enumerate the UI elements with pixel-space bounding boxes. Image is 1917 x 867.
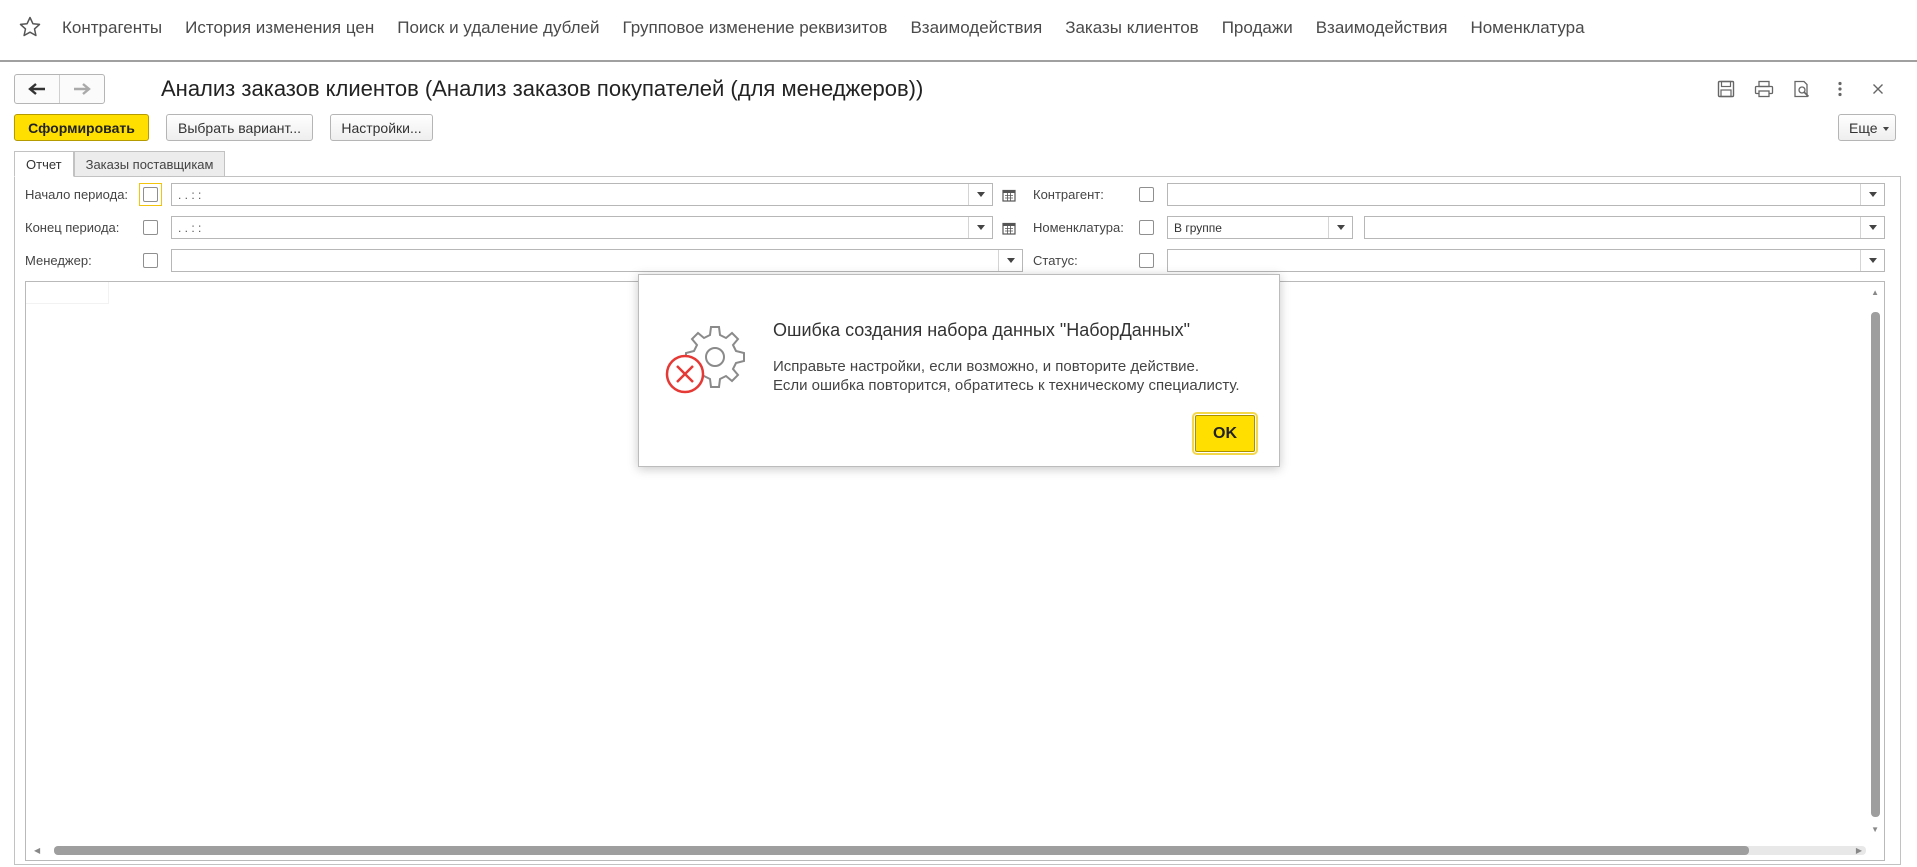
nav-tab-interactions[interactable]: Взаимодействия	[910, 18, 1042, 38]
save-icon	[1717, 80, 1735, 98]
status-checkbox[interactable]	[1139, 253, 1154, 268]
nav-tab-price-history[interactable]: История изменения цен	[185, 18, 374, 38]
nav-tab-nomenclature[interactable]: Номенклатура	[1470, 18, 1584, 38]
nav-tab-sales[interactable]: Продажи	[1222, 18, 1293, 38]
dropdown-arrow-icon[interactable]	[968, 184, 992, 205]
more-menu-button[interactable]: Еще	[1838, 114, 1896, 141]
period-end-calendar-button[interactable]	[997, 216, 1021, 239]
status-label: Статус:	[1033, 253, 1078, 268]
dropdown-arrow-icon[interactable]	[998, 250, 1022, 271]
settings-button[interactable]: Настройки...	[330, 114, 433, 141]
period-start-calendar-button[interactable]	[997, 183, 1021, 206]
counterparty-label: Контрагент:	[1033, 187, 1104, 202]
nomenclature-checkbox[interactable]	[1139, 220, 1154, 235]
nomenclature-mode-value: В группе	[1174, 220, 1222, 235]
dialog-title: Ошибка создания набора данных "НаборДанн…	[773, 320, 1190, 340]
report-cell[interactable]	[26, 282, 109, 304]
generate-button[interactable]: Сформировать	[14, 114, 149, 141]
manager-label: Менеджер:	[25, 253, 92, 268]
window-toolbar	[1707, 78, 1897, 100]
close-button[interactable]	[1859, 78, 1897, 100]
scroll-up-arrow[interactable]: ▲	[1871, 288, 1879, 297]
nav-tab-group-edit[interactable]: Групповое изменение реквизитов	[623, 18, 888, 38]
period-start-field[interactable]: . . : :	[171, 183, 993, 206]
save-button[interactable]	[1707, 78, 1745, 100]
dropdown-arrow-icon[interactable]	[1860, 250, 1884, 271]
dialog-message: Исправьте настройки, если возможно, и по…	[773, 357, 1240, 395]
error-gear-icon	[665, 326, 745, 394]
star-icon[interactable]	[18, 15, 42, 39]
tab-supplier-orders[interactable]: Заказы поставщикам	[73, 151, 226, 177]
ok-button[interactable]: OK	[1192, 412, 1258, 455]
dialog-message-line-1: Исправьте настройки, если возможно, и по…	[773, 358, 1200, 375]
more-actions-button[interactable]	[1821, 78, 1859, 100]
nav-tab-customer-orders[interactable]: Заказы клиентов	[1065, 18, 1199, 38]
dialog-message-line-2: Если ошибка повторится, обратитесь к тех…	[773, 377, 1240, 394]
dropdown-arrow-icon[interactable]	[1328, 217, 1352, 238]
period-start-label: Начало периода:	[25, 187, 129, 202]
dropdown-arrow-icon[interactable]	[968, 217, 992, 238]
chevron-down-icon	[1883, 127, 1889, 131]
preview-icon	[1794, 80, 1810, 98]
scroll-down-arrow[interactable]: ▼	[1871, 825, 1879, 834]
close-icon	[1873, 84, 1883, 94]
forward-button[interactable]	[59, 75, 104, 103]
horizontal-scrollbar[interactable]	[54, 846, 1749, 855]
dropdown-arrow-icon[interactable]	[1860, 217, 1884, 238]
more-vertical-icon	[1838, 81, 1842, 97]
nav-tab-duplicates[interactable]: Поиск и удаление дублей	[397, 18, 599, 38]
more-menu-label: Еще	[1849, 119, 1878, 136]
preview-button[interactable]	[1783, 78, 1821, 100]
period-end-checkbox[interactable]	[143, 220, 158, 235]
period-end-field[interactable]: . . : :	[171, 216, 993, 239]
status-field[interactable]	[1167, 249, 1885, 272]
nomenclature-mode-select[interactable]: В группе	[1167, 216, 1353, 239]
tab-report[interactable]: Отчет	[14, 151, 74, 177]
history-navigation	[14, 74, 105, 104]
calendar-icon	[1002, 189, 1016, 202]
manager-field[interactable]	[171, 249, 1023, 272]
print-icon	[1754, 80, 1774, 98]
period-end-label: Конец периода:	[25, 220, 120, 235]
period-start-checkbox[interactable]	[143, 187, 158, 202]
nomenclature-label: Номенклатура:	[1033, 220, 1124, 235]
nav-tab-interactions-2[interactable]: Взаимодействия	[1316, 18, 1448, 38]
back-arrow-icon	[28, 83, 45, 95]
dropdown-arrow-icon[interactable]	[1860, 184, 1884, 205]
form-tabs: Отчет Заказы поставщикам	[14, 151, 226, 177]
back-button[interactable]	[15, 75, 59, 103]
print-button[interactable]	[1745, 78, 1783, 100]
period-end-value: . . : :	[178, 220, 202, 235]
forward-arrow-icon	[74, 83, 91, 95]
manager-checkbox[interactable]	[143, 253, 158, 268]
top-navigation-bar: Контрагенты История изменения цен Поиск …	[0, 0, 1917, 62]
counterparty-field[interactable]	[1167, 183, 1885, 206]
choose-variant-button[interactable]: Выбрать вариант...	[166, 114, 313, 141]
period-start-value: . . : :	[178, 187, 202, 202]
scroll-left-arrow[interactable]: ◀	[34, 846, 40, 855]
vertical-scrollbar[interactable]	[1871, 312, 1880, 817]
page-title: Анализ заказов клиентов (Анализ заказов …	[161, 76, 924, 101]
calendar-icon	[1002, 222, 1016, 235]
nomenclature-value-field[interactable]	[1364, 216, 1885, 239]
error-dialog: Ошибка создания набора данных "НаборДанн…	[638, 274, 1280, 467]
nav-tab-counterparties[interactable]: Контрагенты	[62, 18, 162, 38]
counterparty-checkbox[interactable]	[1139, 187, 1154, 202]
scroll-right-arrow[interactable]: ▶	[1856, 846, 1862, 855]
